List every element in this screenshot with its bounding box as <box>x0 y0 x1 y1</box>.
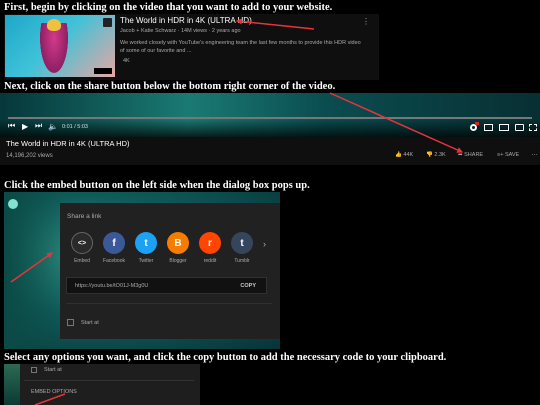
share-target-facebook[interactable]: f Facebook <box>101 232 127 264</box>
twitter-icon: t <box>135 232 157 254</box>
step-4-instruction: Select any options you want, and click t… <box>4 352 447 363</box>
thumbs-up-icon: 👍 <box>395 152 402 158</box>
progress-bar[interactable] <box>8 117 532 119</box>
play-icon[interactable]: ▶ <box>22 122 28 131</box>
start-at-checkbox[interactable] <box>31 367 37 373</box>
share-target-label: Twitter <box>138 258 154 264</box>
embed-options-heading: EMBED OPTIONS <box>31 389 77 395</box>
step-3-instruction: Click the embed button on the left side … <box>4 180 310 191</box>
more-actions-icon[interactable]: … <box>531 150 538 157</box>
prev-icon[interactable]: ⏮ <box>8 121 15 131</box>
share-target-tumblr[interactable]: t Tumblr <box>229 232 255 264</box>
share-dialog-heading: Share a link <box>67 213 102 220</box>
share-target-label: Embed <box>74 258 90 264</box>
search-result[interactable]: The World in HDR in 4K (ULTRA HD) ⋮ Jaco… <box>4 14 379 80</box>
fullscreen-icon[interactable] <box>529 124 537 131</box>
share-url-box: https://youtu.be/tO01J-M3g0U COPY <box>66 277 267 294</box>
dislike-count: 2.3K <box>434 152 446 158</box>
share-target-reddit[interactable]: r reddit <box>197 232 223 264</box>
copy-button[interactable]: COPY <box>240 283 256 289</box>
result-meta: Jacob + Katie Schwarz · 14M views · 2 ye… <box>120 28 241 34</box>
video-info: The World in HDR in 4K (ULTRA HD) 14,196… <box>0 137 540 165</box>
result-title[interactable]: The World in HDR in 4K (ULTRA HD) <box>120 16 252 25</box>
facebook-icon: f <box>103 232 125 254</box>
save-button[interactable]: ≡+ SAVE <box>497 152 519 158</box>
like-button[interactable]: 👍 44K <box>395 152 413 158</box>
tumblr-icon: t <box>231 232 253 254</box>
miniplayer-icon[interactable] <box>484 124 493 131</box>
options-divider <box>24 380 194 381</box>
share-icon: ➦ <box>458 152 463 158</box>
next-targets-icon[interactable]: › <box>263 239 266 249</box>
step-2-instruction: Next, click on the share button below th… <box>4 81 336 92</box>
embed-icon: <> <box>71 232 93 254</box>
share-target-blogger[interactable]: B Blogger <box>165 232 191 264</box>
start-at-label: Start at <box>44 367 62 373</box>
save-label: SAVE <box>504 152 520 158</box>
video-player[interactable]: ⏮ ▶ ⏭ 🔈 0:01 / 5:03 <box>0 93 540 137</box>
playlist-add-icon: ≡+ <box>497 152 504 158</box>
share-target-label: Facebook <box>103 258 125 264</box>
watch-later-icon[interactable] <box>103 18 112 27</box>
hd-badge-icon <box>475 122 479 125</box>
blogger-icon: B <box>167 232 189 254</box>
share-target-label: reddit <box>203 258 217 264</box>
volume-icon[interactable]: 🔈 <box>48 122 58 131</box>
time-display: 0:01 / 5:03 <box>62 124 88 130</box>
thumbs-down-icon: 👎 <box>426 152 433 158</box>
settings-icon[interactable] <box>470 124 477 131</box>
share-target-twitter[interactable]: t Twitter <box>133 232 159 264</box>
embed-options-screenshot: Start at EMBED OPTIONS <box>4 364 200 405</box>
dialog-divider <box>66 303 272 304</box>
player-icon <box>8 199 18 209</box>
next-icon[interactable]: ⏭ <box>35 121 42 131</box>
like-count: 44K <box>403 152 414 158</box>
view-count: 14,196,202 views <box>6 153 53 159</box>
kebab-menu-icon[interactable]: ⋮ <box>362 17 370 26</box>
share-target-label: Blogger <box>169 258 187 264</box>
cast-icon[interactable] <box>515 124 524 131</box>
share-button[interactable]: ➦ SHARE <box>458 152 483 158</box>
start-at-checkbox[interactable] <box>67 319 74 326</box>
share-target-label: Tumblr <box>234 258 250 264</box>
video-thumbnail[interactable] <box>5 15 115 77</box>
share-dialog: Share a link <> Embed f Facebook t Twitter B Bl… <box>60 203 280 339</box>
video-title: The World in HDR in 4K (ULTRA HD) <box>6 139 130 148</box>
result-description: We worked closely with YouTube's enginee… <box>120 40 361 54</box>
step-1-instruction: First, begin by clicking on the video th… <box>4 2 333 13</box>
reddit-icon: r <box>199 232 221 254</box>
theater-mode-icon[interactable] <box>499 124 509 131</box>
duration-badge <box>94 68 112 74</box>
quality-badge: 4K <box>123 58 130 64</box>
share-label: SHARE <box>464 152 484 158</box>
dislike-button[interactable]: 👎 2.3K <box>426 152 446 158</box>
start-at-label: Start at <box>81 320 99 326</box>
share-targets: <> Embed f Facebook t Twitter B Blogger r reddit t… <box>69 232 264 266</box>
share-target-embed[interactable]: <> Embed <box>69 232 95 264</box>
share-screenshot: Share a link <> Embed f Facebook t Twitter B Bl… <box>4 192 280 349</box>
share-url-field[interactable]: https://youtu.be/tO01J-M3g0U <box>75 283 148 289</box>
